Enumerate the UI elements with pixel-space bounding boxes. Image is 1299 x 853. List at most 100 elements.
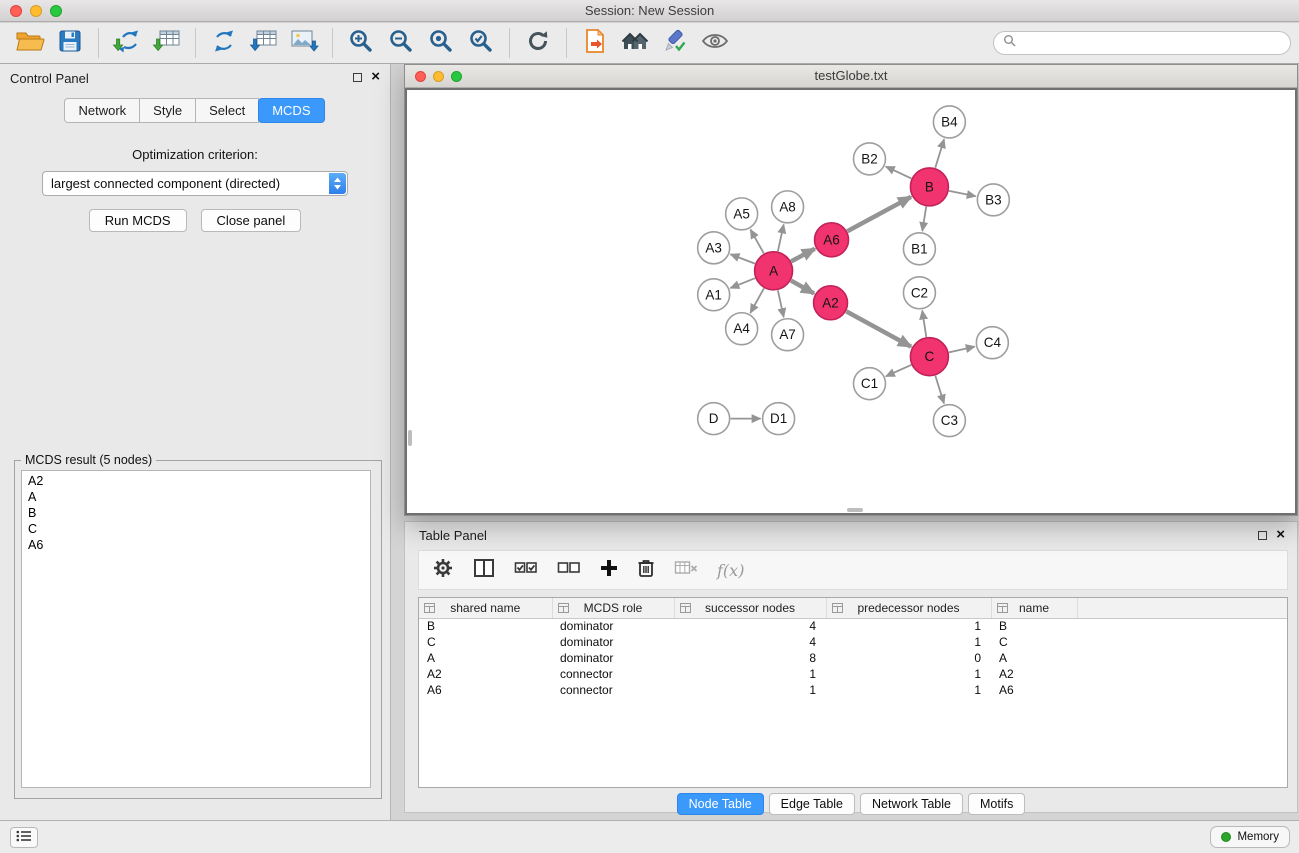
tab-select[interactable]: Select: [195, 98, 259, 123]
delete-row-button[interactable]: [637, 558, 655, 583]
column-header-name[interactable]: name: [991, 598, 1077, 618]
delete-table-button[interactable]: [674, 559, 698, 582]
panel-selector-button[interactable]: [10, 827, 38, 848]
network-canvas-area[interactable]: B4B2BB3A8A5A6A3B1AC2A1A2A4A7C4CC1DD1C3: [405, 88, 1297, 515]
result-item[interactable]: A6: [28, 537, 364, 553]
minimize-traffic-light[interactable]: [30, 5, 42, 17]
add-row-button[interactable]: [600, 559, 618, 582]
node-label: C2: [911, 285, 928, 300]
edge-A-A8[interactable]: [778, 224, 784, 251]
result-item[interactable]: A: [28, 489, 364, 505]
network-zoom-traffic-light[interactable]: [451, 71, 462, 82]
zoom-out-button[interactable]: [381, 26, 421, 60]
result-item[interactable]: B: [28, 505, 364, 521]
table-row[interactable]: Cdominator41C: [419, 634, 1287, 650]
edge-C-C2[interactable]: [922, 311, 926, 337]
memory-status-icon: [1221, 832, 1231, 842]
status-bar: Memory: [0, 820, 1299, 853]
edge-B-B2[interactable]: [886, 167, 912, 179]
edge-C-C3[interactable]: [935, 376, 944, 404]
network-close-traffic-light[interactable]: [415, 71, 426, 82]
table-row[interactable]: A6connector11A6: [419, 682, 1287, 698]
edge-A-A1[interactable]: [730, 278, 755, 288]
edge-A-A7[interactable]: [778, 290, 784, 317]
edge-A-A6[interactable]: [791, 249, 815, 262]
result-item[interactable]: A2: [28, 473, 364, 489]
refresh-network-button[interactable]: [518, 26, 558, 60]
edge-A-A4[interactable]: [750, 288, 764, 313]
edge-A-A5[interactable]: [750, 230, 763, 254]
function-builder-button[interactable]: f(x): [717, 561, 744, 580]
table-close-panel-icon[interactable]: ×: [1276, 526, 1285, 544]
new-network-button[interactable]: [204, 26, 244, 60]
unselect-all-button[interactable]: [557, 559, 581, 582]
edge-A2-C[interactable]: [846, 311, 911, 346]
import-table-button[interactable]: [147, 26, 187, 60]
column-header-predecessor-nodes[interactable]: predecessor nodes: [826, 598, 991, 618]
column-header-shared-name[interactable]: shared name: [419, 598, 552, 618]
close-traffic-light[interactable]: [10, 5, 22, 17]
edge-A-A3[interactable]: [730, 254, 754, 263]
table-row[interactable]: Adominator80A: [419, 650, 1287, 666]
edge-B-B1[interactable]: [922, 207, 926, 231]
import-table-icon: [152, 28, 182, 59]
table-row[interactable]: A2connector11A2: [419, 666, 1287, 682]
float-panel-icon[interactable]: [353, 73, 362, 82]
network-minimize-traffic-light[interactable]: [433, 71, 444, 82]
close-panel-button[interactable]: Close panel: [201, 209, 302, 232]
edge-A6-B[interactable]: [847, 197, 911, 231]
show-columns-button[interactable]: [473, 558, 495, 583]
document-action-button[interactable]: [575, 26, 615, 60]
column-edit-icon: [997, 602, 1008, 616]
zoom-fit-button[interactable]: [421, 26, 461, 60]
add-icon: [600, 564, 618, 581]
table-settings-button[interactable]: [432, 557, 454, 584]
mcds-result-group: MCDS result (5 nodes) A2ABCA6: [14, 460, 382, 799]
close-panel-icon[interactable]: ×: [371, 68, 380, 86]
show-details-button[interactable]: [695, 26, 735, 60]
import-network-button[interactable]: [107, 26, 147, 60]
mcds-result-list[interactable]: A2ABCA6: [21, 470, 371, 788]
toolbar-separator: [98, 28, 99, 58]
style-brush-button[interactable]: [655, 26, 695, 60]
run-mcds-button[interactable]: Run MCDS: [89, 209, 187, 232]
tab-edge-table[interactable]: Edge Table: [769, 793, 855, 815]
search-box: [993, 31, 1291, 55]
tab-mcds[interactable]: MCDS: [258, 98, 324, 123]
save-session-button[interactable]: [50, 26, 90, 60]
new-table-button[interactable]: [244, 26, 284, 60]
edge-B-B4[interactable]: [935, 139, 944, 168]
app-titlebar: Session: New Session: [0, 0, 1299, 22]
zoom-in-button[interactable]: [341, 26, 381, 60]
tab-network-table[interactable]: Network Table: [860, 793, 963, 815]
edge-C-C4[interactable]: [949, 347, 975, 353]
tab-motifs[interactable]: Motifs: [968, 793, 1025, 815]
edge-A-A2[interactable]: [791, 281, 814, 294]
edge-B-B3[interactable]: [949, 191, 976, 196]
edge-C-C1[interactable]: [886, 365, 911, 376]
select-all-button[interactable]: [514, 559, 538, 582]
table-row[interactable]: Bdominator41B: [419, 618, 1287, 634]
table-float-panel-icon[interactable]: [1258, 531, 1267, 540]
home-button[interactable]: [615, 26, 655, 60]
column-header-MCDS-role[interactable]: MCDS role: [552, 598, 674, 618]
zoom-selected-button[interactable]: [461, 26, 501, 60]
node-label: A2: [822, 295, 838, 310]
column-header-successor-nodes[interactable]: successor nodes: [674, 598, 826, 618]
network-hscrollbar[interactable]: [847, 508, 863, 512]
memory-button[interactable]: Memory: [1210, 826, 1290, 848]
criterion-dropdown[interactable]: largest connected component (directed): [42, 171, 348, 196]
tab-style[interactable]: Style: [139, 98, 196, 123]
node-label: D1: [770, 411, 787, 426]
new-table-icon: [249, 28, 279, 59]
zoom-traffic-light[interactable]: [50, 5, 62, 17]
tab-node-table[interactable]: Node Table: [677, 793, 764, 815]
node-label: A5: [733, 206, 749, 221]
tab-network[interactable]: Network: [64, 98, 140, 123]
network-vscrollbar[interactable]: [408, 430, 412, 446]
open-session-button[interactable]: [10, 26, 50, 60]
export-image-button[interactable]: [284, 26, 324, 60]
result-item[interactable]: C: [28, 521, 364, 537]
column-edit-icon: [832, 602, 843, 616]
search-input[interactable]: [1022, 36, 1281, 51]
